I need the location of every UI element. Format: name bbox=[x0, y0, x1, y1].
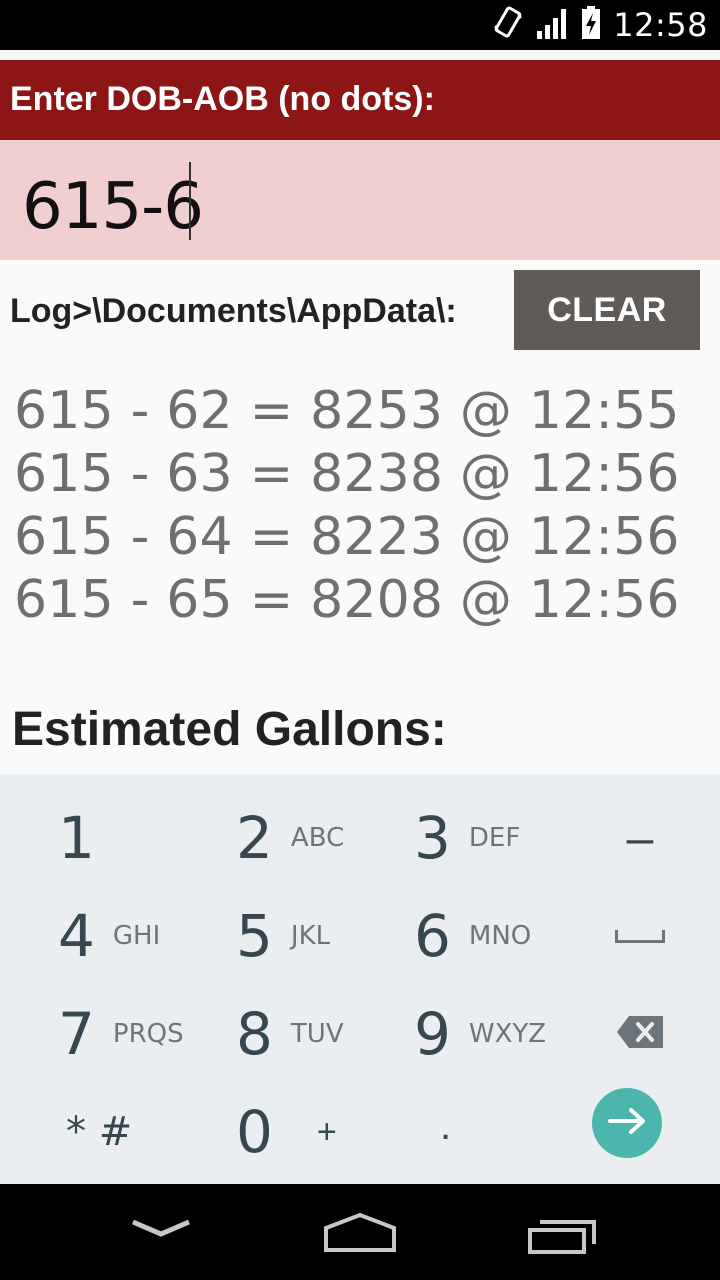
log-entry: 615 - 62 = 8253 @ 12:55 bbox=[14, 381, 680, 441]
key-letters: TUV bbox=[290, 1019, 344, 1049]
key-dot[interactable]: . bbox=[440, 1104, 451, 1149]
space-icon bbox=[615, 929, 665, 943]
key-letters: PRQS bbox=[112, 1019, 184, 1049]
status-icons: 12:58 bbox=[493, 0, 708, 50]
numeric-keyboard: 1 2 ABC 3 DEF – 4 GHI 5 JKL 6 MNO 7 PRQS… bbox=[0, 774, 720, 1184]
key-digit: 7 bbox=[58, 1000, 95, 1068]
log-entry: 615 - 65 = 8208 @ 12:56 bbox=[14, 570, 680, 630]
key-space[interactable] bbox=[590, 886, 690, 986]
log-list: 615 - 62 = 8253 @ 12:55 615 - 63 = 8238 … bbox=[14, 380, 680, 632]
key-letters: DEF bbox=[468, 823, 521, 853]
key-6[interactable]: 6 MNO bbox=[414, 886, 564, 986]
key-4[interactable]: 4 GHI bbox=[58, 886, 208, 986]
key-7[interactable]: 7 PRQS bbox=[58, 984, 208, 1084]
go-button[interactable] bbox=[592, 1088, 662, 1158]
status-bar: 12:58 bbox=[0, 0, 720, 50]
back-icon[interactable] bbox=[130, 1214, 192, 1249]
key-letters: WXYZ bbox=[468, 1019, 547, 1049]
star-hash-symbol: * # bbox=[66, 1109, 133, 1155]
key-9[interactable]: 9 WXYZ bbox=[414, 984, 564, 1084]
signal-icon bbox=[535, 7, 569, 44]
key-digit: 4 bbox=[58, 902, 95, 970]
key-8[interactable]: 8 TUV bbox=[236, 984, 386, 1084]
dob-aob-input[interactable]: 615-6 bbox=[0, 140, 720, 260]
key-star-hash[interactable]: * # bbox=[66, 1082, 216, 1182]
key-0[interactable]: 0 + bbox=[236, 1082, 386, 1182]
prompt-title: Enter DOB-AOB (no dots): bbox=[10, 80, 435, 118]
estimated-gallons-label: Estimated Gallons: bbox=[12, 703, 447, 756]
key-dash[interactable]: – bbox=[590, 788, 690, 888]
log-entry: 615 - 63 = 8238 @ 12:56 bbox=[14, 444, 680, 504]
key-letters: GHI bbox=[112, 921, 161, 951]
key-digit: 5 bbox=[236, 902, 273, 970]
key-letters: ABC bbox=[290, 823, 345, 853]
text-cursor bbox=[189, 162, 191, 240]
input-value[interactable]: 615-6 bbox=[22, 170, 204, 244]
key-5[interactable]: 5 JKL bbox=[236, 886, 386, 986]
key-letters: MNO bbox=[468, 921, 532, 951]
backspace-icon bbox=[615, 1014, 665, 1055]
key-digit: 3 bbox=[414, 804, 451, 872]
key-digit: 9 bbox=[414, 1000, 451, 1068]
recent-apps-icon[interactable] bbox=[526, 1214, 598, 1261]
key-plus: + bbox=[316, 1112, 337, 1151]
navigation-bar bbox=[0, 1184, 720, 1280]
key-digit: 6 bbox=[414, 902, 451, 970]
log-entry: 615 - 64 = 8223 @ 12:56 bbox=[14, 507, 680, 567]
home-icon[interactable] bbox=[322, 1212, 398, 1259]
key-3[interactable]: 3 DEF bbox=[414, 788, 564, 888]
vibrate-icon bbox=[493, 5, 523, 45]
dash-symbol: – bbox=[626, 811, 654, 865]
key-1[interactable]: 1 bbox=[58, 788, 208, 888]
arrow-right-icon bbox=[607, 1106, 647, 1141]
key-2[interactable]: 2 ABC bbox=[236, 788, 386, 888]
clear-button[interactable]: CLEAR bbox=[514, 270, 700, 350]
key-backspace[interactable] bbox=[590, 984, 690, 1084]
log-path-label: Log>\Documents\AppData\: bbox=[10, 292, 457, 330]
key-digit: 0 bbox=[236, 1098, 273, 1166]
top-divider bbox=[0, 50, 720, 60]
key-letters: JKL bbox=[290, 921, 331, 951]
key-digit: 2 bbox=[236, 804, 273, 872]
key-digit: 1 bbox=[58, 804, 95, 872]
clock: 12:58 bbox=[613, 6, 708, 44]
battery-charging-icon bbox=[581, 5, 601, 45]
prompt-header: Enter DOB-AOB (no dots): bbox=[0, 60, 720, 140]
key-digit: 8 bbox=[236, 1000, 273, 1068]
